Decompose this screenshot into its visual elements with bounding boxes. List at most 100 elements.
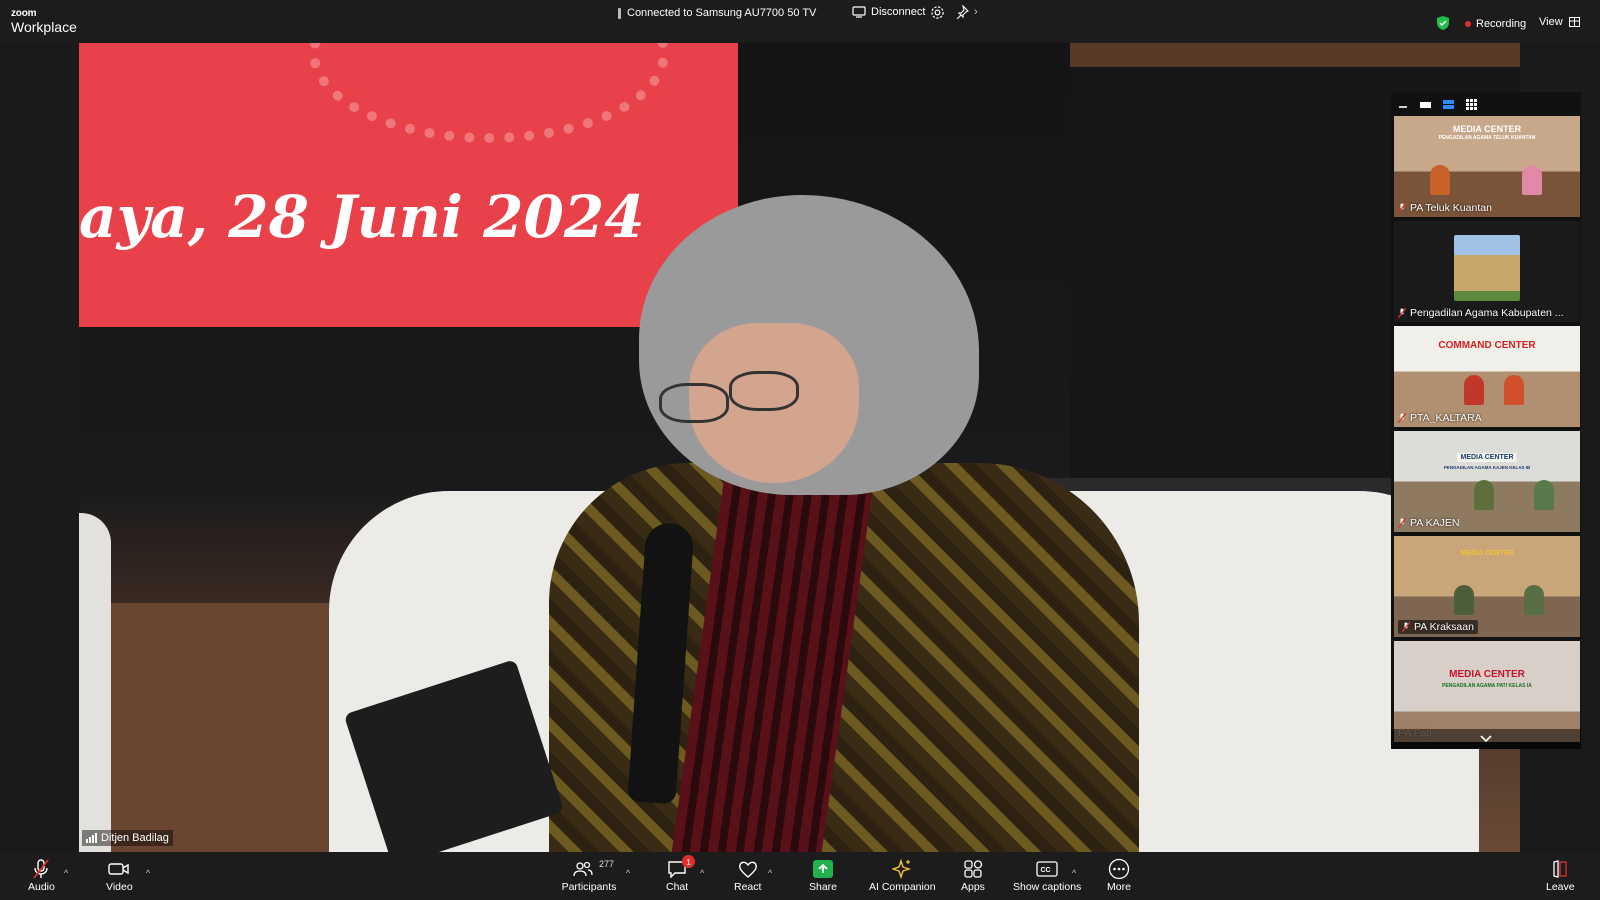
- recording-indicator[interactable]: Recording: [1465, 18, 1526, 30]
- grid-layout-icon: [1466, 98, 1477, 110]
- mic-muted-icon: [1398, 518, 1406, 528]
- apps-button[interactable]: Apps: [961, 857, 985, 893]
- participant-tile[interactable]: Pengadilan Agama Kabupaten ...: [1394, 221, 1580, 322]
- more-dots-icon: [1108, 858, 1130, 880]
- top-bar: zoom Workplace Connected to Samsung AU77…: [0, 0, 1600, 43]
- participant-name: Pengadilan Agama Kabupaten ...: [1410, 307, 1564, 319]
- pin-icon: [956, 4, 969, 20]
- view-button[interactable]: View: [1539, 16, 1580, 28]
- event-date-text: aya, 28 Juni 2024: [79, 183, 645, 251]
- share-screen-icon: [813, 860, 834, 878]
- participant-tile[interactable]: MEDIA CENTER PA Kraksaan: [1394, 536, 1580, 637]
- mic-muted-icon: [1398, 203, 1406, 213]
- lace-pattern: [309, 43, 669, 143]
- react-label: React: [734, 881, 762, 893]
- gallery-scroll-down-button[interactable]: [1391, 729, 1581, 749]
- encryption-badge[interactable]: [1436, 15, 1450, 36]
- chevron-right-icon[interactable]: ›: [974, 6, 978, 18]
- mic-muted-icon: [1398, 413, 1406, 423]
- participant-figure: [1534, 480, 1554, 510]
- couch-left: [79, 513, 111, 852]
- participants-button[interactable]: 277 Participants: [559, 857, 619, 893]
- leave-button[interactable]: Leave: [1546, 857, 1575, 893]
- captions-options-caret[interactable]: ^: [1072, 868, 1076, 878]
- participant-tile[interactable]: COMMAND CENTER PTA_KALTARA: [1394, 326, 1580, 427]
- strip-view-toggle[interactable]: [1437, 92, 1460, 116]
- tile-label: PA KAJEN: [1398, 517, 1459, 529]
- participant-name: PA Teluk Kuantan: [1410, 202, 1492, 214]
- participant-figure: [1474, 480, 1494, 510]
- disconnect-button[interactable]: Disconnect: [852, 6, 925, 18]
- chat-unread-badge: 1: [682, 855, 696, 868]
- recording-dot-icon: [1465, 21, 1471, 27]
- participant-figure: [1522, 165, 1542, 195]
- glasses-right: [729, 371, 799, 411]
- show-captions-label: Show captions: [1013, 881, 1082, 893]
- participant-tile[interactable]: MEDIA CENTER PENGADILAN AGAMA KAJEN KELA…: [1394, 431, 1580, 532]
- react-options-caret[interactable]: ^: [768, 868, 772, 878]
- recording-label: Recording: [1476, 18, 1527, 30]
- video-label: Video: [106, 881, 133, 893]
- gear-icon: [931, 6, 944, 19]
- ai-companion-button[interactable]: AI Companion: [869, 857, 936, 893]
- meeting-toolbar: Audio ^ Video ^ 277 Participants ^ 1 Cha…: [0, 852, 1600, 900]
- settings-button[interactable]: [930, 5, 945, 25]
- share-button[interactable]: Share: [809, 857, 837, 893]
- participant-name: PA KAJEN: [1410, 517, 1460, 529]
- connection-status: Connected to Samsung AU7700 50 TV: [618, 7, 816, 19]
- participant-figure: [1430, 165, 1450, 195]
- participant-figure: [1524, 585, 1544, 615]
- participants-options-caret[interactable]: ^: [626, 868, 630, 878]
- pin-button[interactable]: [955, 4, 969, 24]
- active-speaker-video[interactable]: aya, 28 Juni 2024 Ditjen Badilag: [79, 43, 1520, 852]
- participant-figure: [1504, 375, 1524, 405]
- event-backdrop-screen: aya, 28 Juni 2024: [79, 43, 738, 327]
- participant-tile[interactable]: MEDIA CENTER PENGADILAN AGAMA TELUK KUAN…: [1394, 116, 1580, 217]
- speaker-layout-icon: [1420, 101, 1431, 108]
- signal-icon: [86, 833, 97, 843]
- video-button[interactable]: Video: [106, 857, 133, 893]
- grid-view-toggle[interactable]: [1460, 92, 1483, 116]
- participants-label: Participants: [561, 881, 617, 893]
- react-button[interactable]: React: [734, 857, 761, 893]
- strip-layout-icon: [1443, 99, 1454, 109]
- disconnect-label: Disconnect: [871, 6, 926, 18]
- sparkle-icon: [892, 859, 912, 879]
- apps-label: Apps: [961, 881, 985, 893]
- audio-options-caret[interactable]: ^: [64, 868, 68, 878]
- mic-muted-icon: [1398, 308, 1406, 318]
- chat-label: Chat: [666, 881, 689, 893]
- svg-text:CC: CC: [1041, 867, 1051, 874]
- participant-tile[interactable]: MEDIA CENTER PENGADILAN AGAMA PATI KELAS…: [1394, 641, 1580, 742]
- more-button[interactable]: More: [1107, 857, 1131, 893]
- gallery-panel: MEDIA CENTER PENGADILAN AGAMA TELUK KUAN…: [1391, 92, 1581, 749]
- participant-figure: [1454, 585, 1474, 615]
- minimize-button[interactable]: [1391, 92, 1414, 116]
- tile-sign: MEDIA CENTER: [1460, 550, 1514, 557]
- audio-label: Audio: [28, 881, 55, 893]
- participant-avatar-image: [1454, 235, 1520, 301]
- audio-button[interactable]: Audio: [28, 857, 55, 893]
- participants-icon: [573, 861, 593, 877]
- view-label: View: [1539, 16, 1563, 28]
- video-camera-icon: [108, 863, 130, 875]
- video-options-caret[interactable]: ^: [146, 868, 150, 878]
- chat-options-caret[interactable]: ^: [700, 868, 704, 878]
- chat-button[interactable]: 1 Chat: [666, 855, 696, 893]
- tile-sign: MEDIA CENTER: [1449, 669, 1525, 680]
- chevron-down-icon: [1480, 735, 1492, 743]
- tile-sign-sub: PENGADILAN AGAMA TELUK KUANTAN: [1438, 135, 1536, 141]
- ai-companion-label: AI Companion: [869, 881, 936, 893]
- speaker-name: Ditjen Badilag: [101, 832, 169, 844]
- participants-count: 277: [599, 859, 615, 869]
- tile-sign-sub: PENGADILAN AGAMA PATI KELAS IA: [1442, 683, 1532, 689]
- speaker-view-toggle[interactable]: [1414, 92, 1437, 116]
- glasses-left: [659, 383, 729, 423]
- tile-sign: MEDIA CENTER: [1457, 453, 1517, 462]
- leave-icon: [1553, 860, 1567, 878]
- more-label: More: [1107, 881, 1131, 893]
- stage-wood-panel: [79, 603, 339, 852]
- closed-captions-icon: CC: [1036, 861, 1058, 877]
- zoom-logo: zoom Workplace: [11, 9, 77, 35]
- participant-figure: [1464, 375, 1484, 405]
